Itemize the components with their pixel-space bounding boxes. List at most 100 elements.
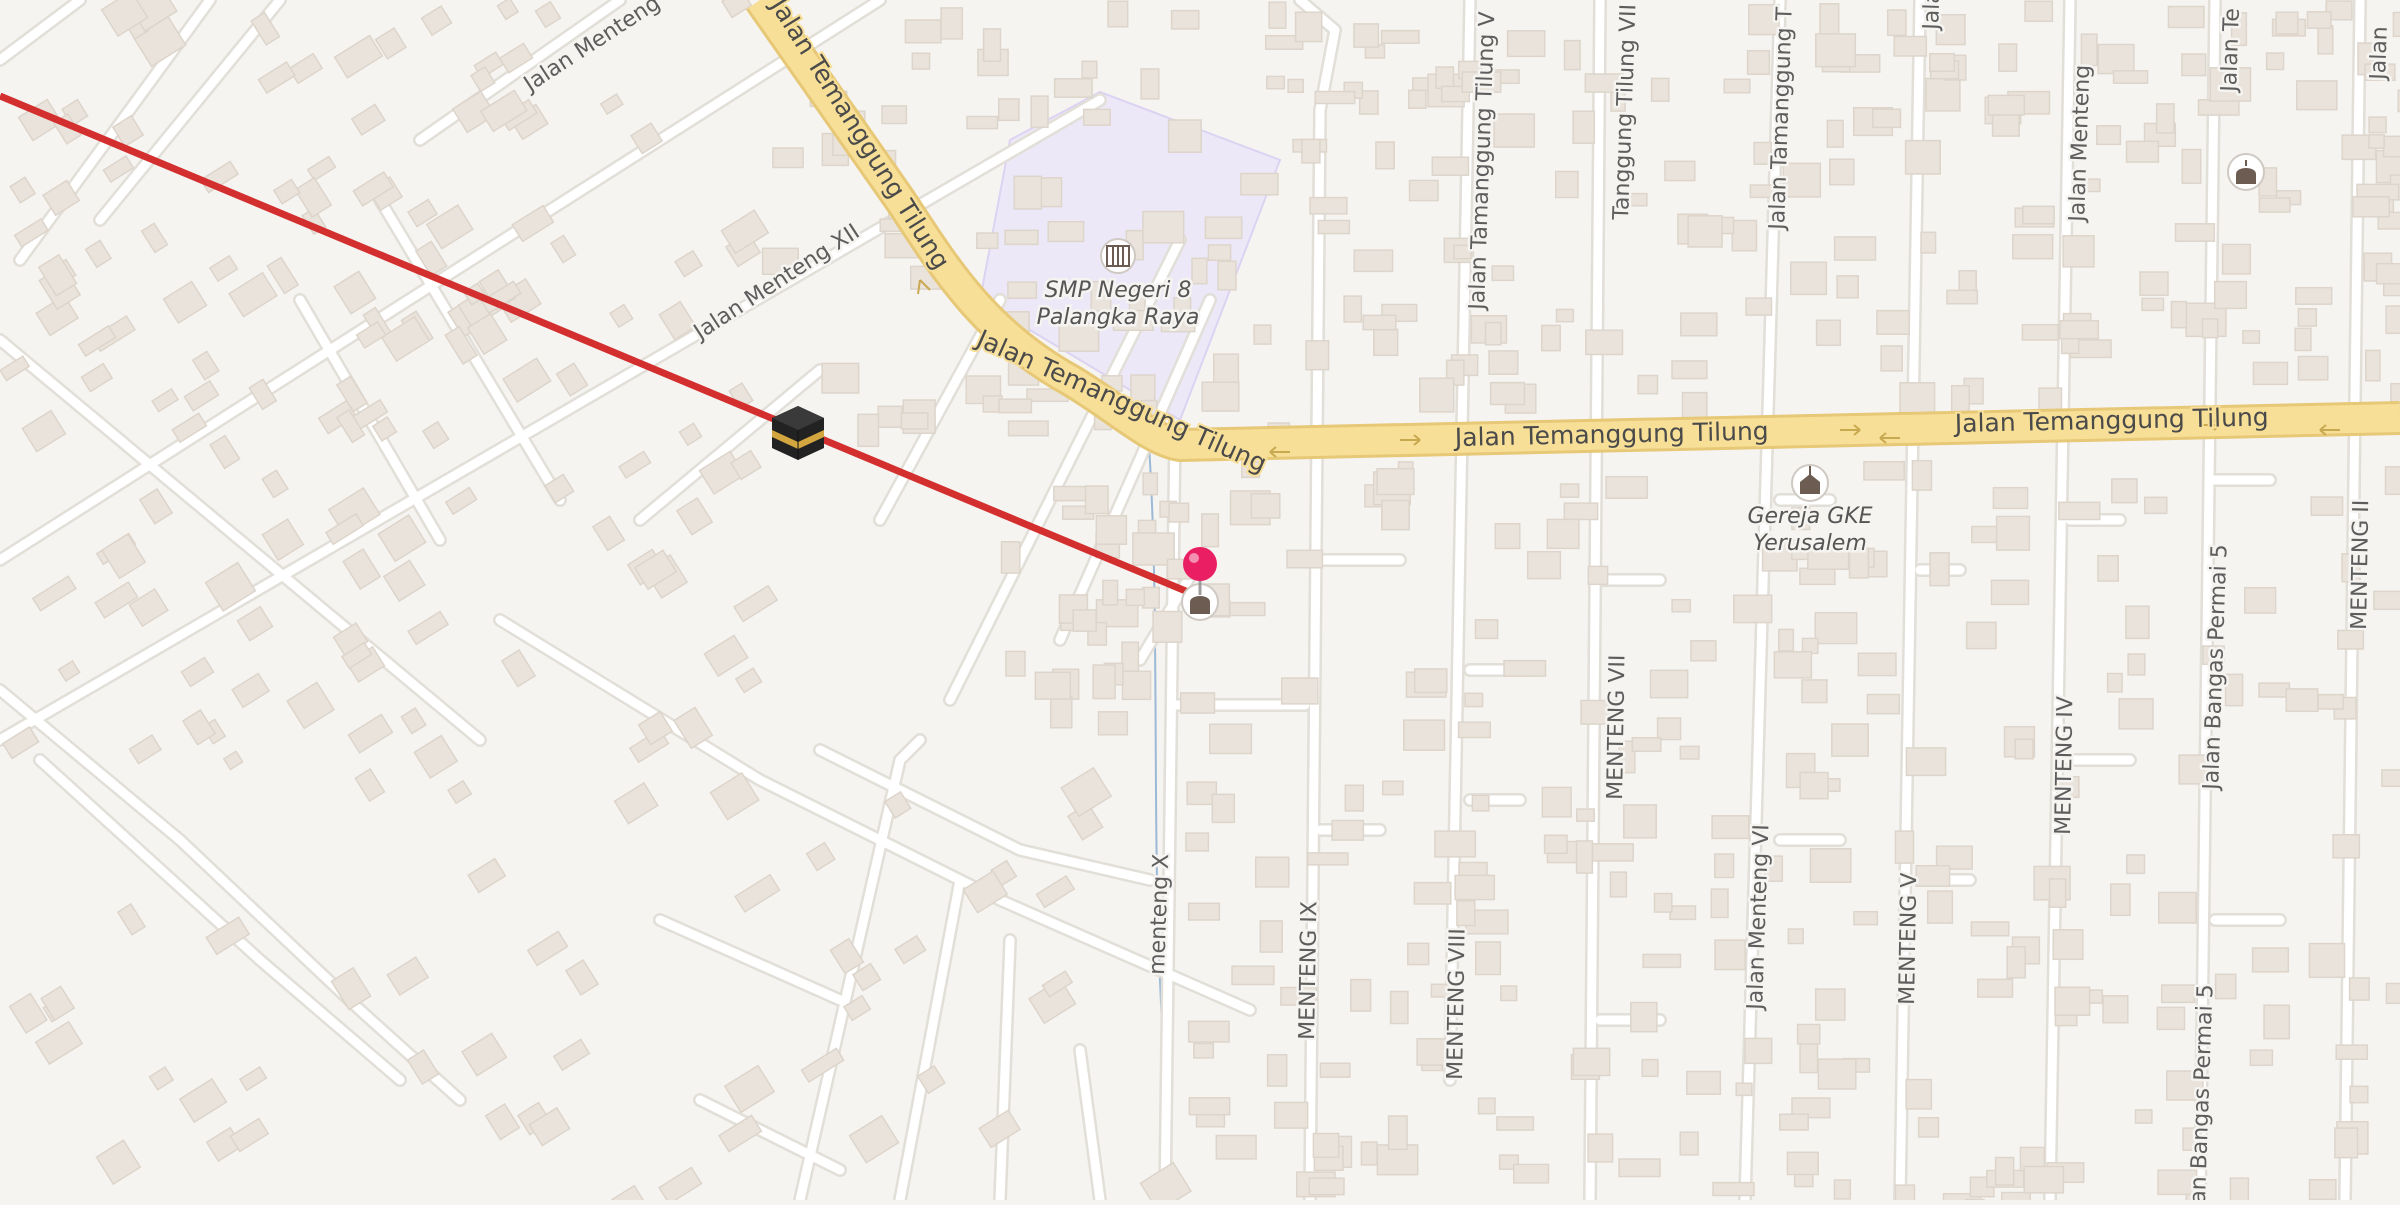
building [1073,610,1096,631]
building [1476,942,1501,975]
building [912,53,929,69]
building [2168,7,2204,28]
building [1834,1180,1850,1199]
building [1926,79,1960,111]
building [1588,1134,1613,1162]
building [468,859,505,893]
building [1791,262,1827,294]
building [486,1104,520,1140]
building [1363,315,1396,329]
building [1854,912,1878,925]
building [2350,1086,2368,1102]
building [1218,261,1236,290]
building [1745,1038,1772,1063]
building [1514,1164,1549,1183]
building [2215,282,2247,309]
building [2126,606,2149,638]
building [1212,794,1234,822]
building [1288,80,1303,93]
building [1306,341,1329,370]
building [1547,519,1579,548]
building [1993,488,2027,509]
building [1302,139,1320,163]
building [1788,929,1803,944]
building [287,682,334,728]
building [1417,1039,1445,1065]
building [1867,695,1899,714]
building [2081,34,2097,65]
building [1736,1083,1752,1095]
building [2369,135,2384,148]
building [118,904,145,935]
building [229,273,277,317]
building [1172,11,1199,29]
building [1830,159,1854,185]
building [535,2,560,28]
building [1542,325,1561,350]
building [1670,906,1696,919]
building [1919,1118,1939,1137]
building [882,106,906,124]
building [210,256,238,281]
building [1275,1102,1308,1128]
church-name-line1: Gereja GKE [1747,504,1872,529]
building [2338,630,2364,649]
building [1992,580,2029,604]
building [2297,81,2337,110]
building [1787,1152,1818,1174]
building [1971,922,2008,936]
building [1906,1080,1931,1109]
building [1005,230,1038,244]
building [2384,136,2400,156]
building [984,29,1001,61]
building [1643,954,1680,967]
building [1832,724,1868,756]
building [1216,1136,1256,1159]
building [807,843,835,871]
building [2098,556,2118,581]
building [224,751,243,769]
building [86,240,112,267]
building [1103,580,1118,605]
building [33,576,76,610]
building [1084,109,1111,125]
building [551,235,576,262]
building [979,1110,1020,1147]
building [2145,497,2167,513]
building [2382,770,2400,786]
building [1713,1183,1754,1196]
building [1734,595,1772,622]
building [1564,503,1597,519]
building [1573,1048,1609,1075]
building [2245,588,2276,613]
building [1835,237,1876,260]
building [675,251,702,277]
building [1099,712,1128,735]
building [1345,785,1363,811]
building [2253,362,2287,384]
building [677,498,712,535]
building [1873,109,1901,127]
map-canvas[interactable]: Jalan Temanggung Tilung Jalan Temanggung… [0,0,2400,1200]
building [858,414,879,446]
building [1930,54,1955,72]
building [1186,833,1209,851]
map-view[interactable]: Jalan Temanggung Tilung Jalan Temanggung… [0,0,2400,1200]
building [10,177,35,203]
building [446,488,477,515]
building [423,422,449,449]
building [1037,876,1075,908]
building [1895,831,1913,863]
building [1486,323,1501,345]
building [1999,44,2017,71]
building [2050,879,2066,907]
building [1210,724,1252,753]
building [2127,855,2145,874]
label-tamanggung-tilung-top2: Jalan Tamanggung T [1765,6,1798,232]
school-name-line2: Palangka Raya [1037,305,1200,330]
building [999,399,1031,413]
kaaba-icon[interactable] [772,406,824,460]
building [878,406,902,427]
mosque-icon[interactable] [2228,154,2264,190]
building [2013,235,2053,259]
